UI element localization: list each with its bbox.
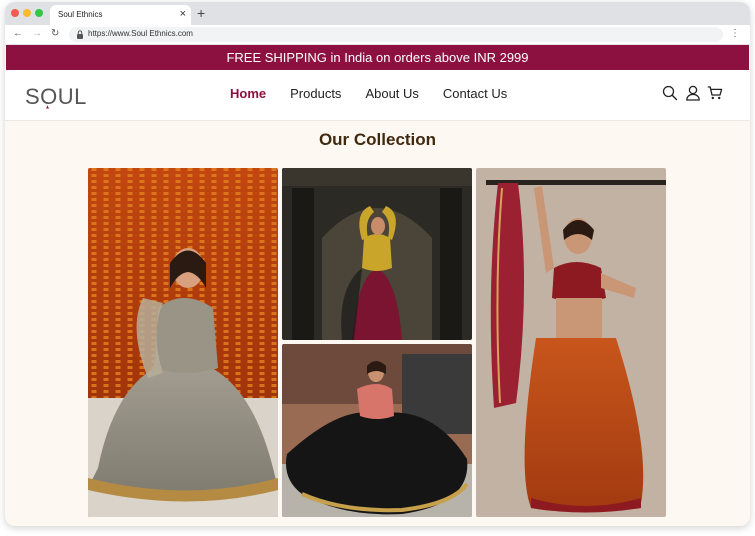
- photo-yellow-choli-maroon-skirt[interactable]: [282, 168, 472, 340]
- logo-text: SOUL: [25, 84, 87, 109]
- forward-icon[interactable]: →: [32, 28, 42, 40]
- close-window-button[interactable]: [11, 9, 19, 17]
- maximize-window-button[interactable]: [35, 9, 43, 17]
- nav-contact-us[interactable]: Contact Us: [443, 86, 507, 101]
- photo-grey-lehenga[interactable]: [88, 168, 278, 517]
- back-icon[interactable]: ←: [13, 28, 23, 40]
- photo-black-twirl-lehenga[interactable]: [282, 344, 472, 517]
- nav-about-us[interactable]: About Us: [365, 86, 418, 101]
- soul-logo[interactable]: SOUL: [25, 81, 89, 111]
- tab-strip: Soul Ethnics × +: [5, 2, 750, 25]
- browser-window: Soul Ethnics × + ← → ↻ https://www.Soul …: [5, 2, 750, 526]
- nav-products[interactable]: Products: [290, 86, 341, 101]
- search-icon[interactable]: [662, 85, 678, 101]
- minimize-window-button[interactable]: [23, 9, 31, 17]
- cart-icon[interactable]: [707, 85, 723, 101]
- collection-title: Our Collection: [318, 130, 437, 149]
- url-text: https://www.Soul Ethnics.com: [88, 29, 193, 38]
- new-tab-button[interactable]: +: [197, 5, 205, 21]
- browser-menu-icon[interactable]: ⋮: [730, 28, 740, 40]
- tab-title: Soul Ethnics: [58, 10, 103, 19]
- promo-text: FREE SHIPPING in India on orders above I…: [226, 50, 529, 65]
- lock-icon: [77, 30, 83, 39]
- reload-icon[interactable]: ↻: [51, 28, 59, 40]
- address-bar[interactable]: https://www.Soul Ethnics.com: [69, 27, 723, 42]
- nav-home[interactable]: Home: [230, 86, 266, 101]
- browser-tab[interactable]: Soul Ethnics ×: [50, 5, 191, 25]
- browser-toolbar: ← → ↻ https://www.Soul Ethnics.com ⋮: [5, 25, 750, 45]
- photo-orange-lehenga-dupatta[interactable]: [476, 168, 666, 517]
- site-header: SOUL Home Products About Us Contact Us: [5, 70, 750, 121]
- main-nav: Home Products About Us Contact Us: [230, 86, 507, 101]
- promo-banner: FREE SHIPPING in India on orders above I…: [6, 45, 749, 70]
- user-icon[interactable]: [685, 85, 701, 101]
- tab-close-icon[interactable]: ×: [180, 8, 186, 20]
